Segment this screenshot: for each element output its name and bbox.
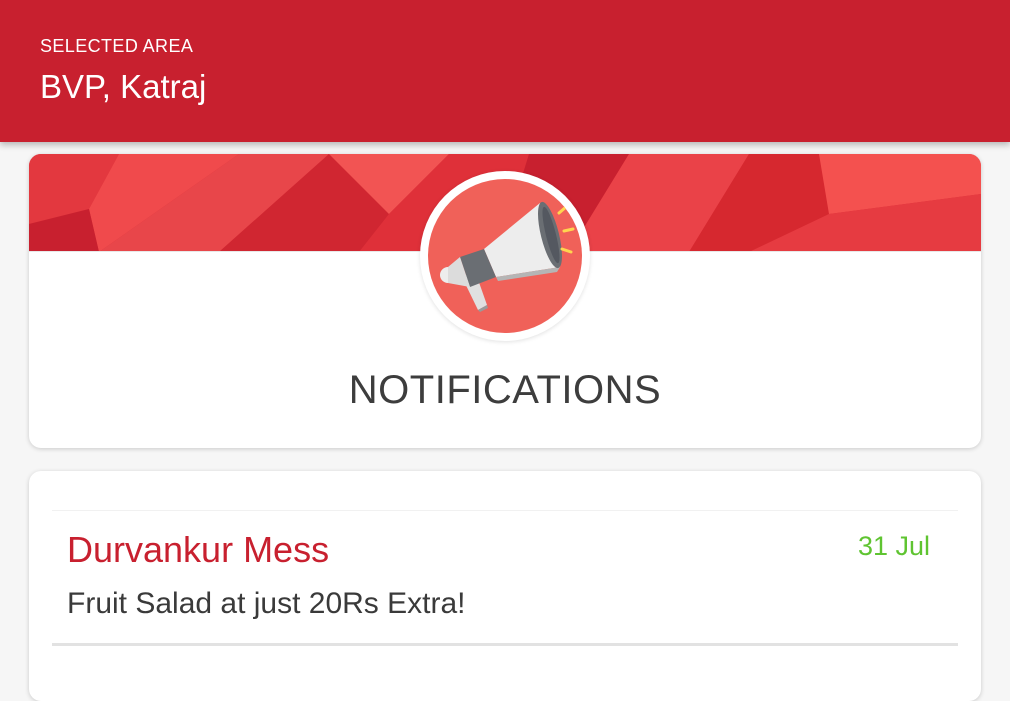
notification-date: 31 Jul — [857, 531, 930, 561]
selected-area-value[interactable]: BVP, Katraj — [40, 68, 206, 106]
notifications-list-card: Durvankur Mess 31 Jul Fruit Salad at jus… — [29, 471, 981, 701]
page-title: NOTIFICATIONS — [348, 368, 662, 412]
notification-item[interactable]: Durvankur Mess 31 Jul Fruit Salad at jus… — [52, 510, 958, 646]
app-header: SELECTED AREA BVP, Katraj — [0, 0, 1010, 142]
notification-sender: Durvankur Mess — [67, 529, 330, 570]
megaphone-badge — [420, 171, 590, 341]
notifications-banner-card: NOTIFICATIONS — [29, 154, 981, 448]
notification-message: Fruit Salad at just 20Rs Extra! — [67, 587, 466, 620]
selected-area-label: SELECTED AREA — [40, 36, 194, 56]
megaphone-icon — [440, 201, 575, 312]
